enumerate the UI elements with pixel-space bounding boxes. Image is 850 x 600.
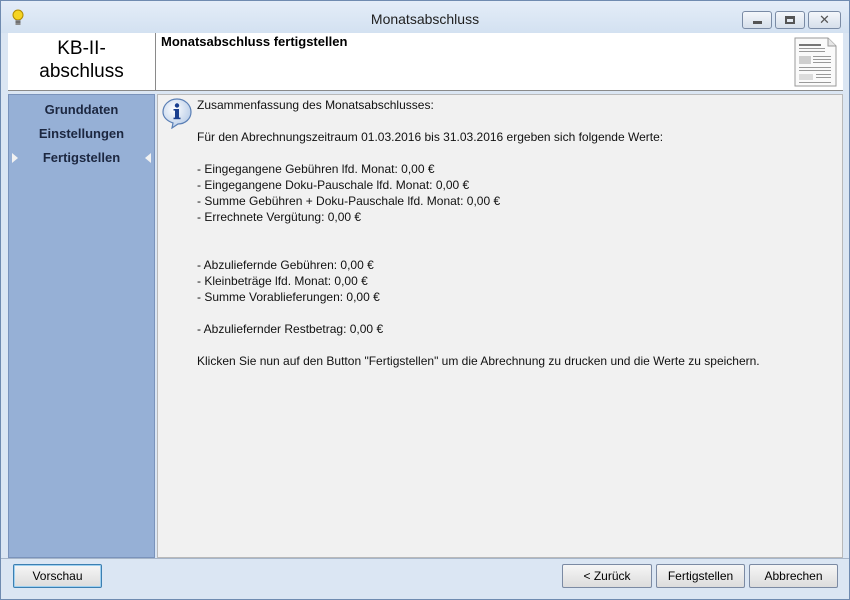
- close-button[interactable]: ✕: [808, 11, 841, 29]
- period-intro: Für den Abrechnungszeitraum 01.03.2016 b…: [197, 130, 664, 144]
- cancel-button[interactable]: Abbrechen: [749, 564, 838, 588]
- brand-line-2: abschluss: [39, 61, 124, 82]
- page-title: Monatsabschluss fertigstellen: [161, 34, 348, 49]
- main-window: Monatsabschluss ✕ KB-II- abschluss Monat…: [0, 0, 850, 600]
- value-errechnete-verguetung: - Errechnete Vergütung: 0,00 €: [197, 210, 362, 224]
- wizard-sidebar: Grunddaten Einstellungen Fertigstellen: [8, 94, 155, 558]
- value-kleinbetraege: - Kleinbeträge lfd. Monat: 0,00 €: [197, 274, 368, 288]
- maximize-button[interactable]: [775, 11, 805, 29]
- active-step-arrow-right-icon: [12, 153, 18, 163]
- maximize-icon: [785, 16, 795, 24]
- summary-heading: Zusammenfassung des Monatsabschlusses:: [197, 98, 434, 112]
- value-summe-gebuehren-doku: - Summe Gebühren + Doku-Pauschale lfd. M…: [197, 194, 501, 208]
- minimize-icon: [753, 21, 762, 24]
- sidebar-item-fertigstellen[interactable]: Fertigstellen: [9, 150, 154, 165]
- instruction-text: Klicken Sie nun auf den Button "Fertigst…: [197, 354, 760, 368]
- window-title: Monatsabschluss: [370, 11, 480, 27]
- preview-button[interactable]: Vorschau: [13, 564, 102, 588]
- wizard-header: KB-II- abschluss Monatsabschluss fertigs…: [8, 33, 843, 91]
- value-eingegangene-gebuehren: - Eingegangene Gebühren lfd. Monat: 0,00…: [197, 162, 435, 176]
- brand-line-1: KB-II-: [57, 38, 106, 59]
- minimize-button[interactable]: [742, 11, 772, 29]
- summary-panel: Zusammenfassung des Monatsabschlusses: F…: [157, 94, 843, 558]
- back-button[interactable]: < Zurück: [562, 564, 652, 588]
- value-eingegangene-doku-pauschale: - Eingegangene Doku-Pauschale lfd. Monat…: [197, 178, 470, 192]
- value-abzuliefernder-restbetrag: - Abzuliefernder Restbetrag: 0,00 €: [197, 322, 384, 336]
- sidebar-item-einstellungen[interactable]: Einstellungen: [9, 126, 154, 141]
- sidebar-item-grunddaten[interactable]: Grunddaten: [9, 102, 154, 117]
- brand-box: KB-II- abschluss: [8, 33, 156, 91]
- value-abzuliefernde-gebuehren: - Abzuliefernde Gebühren: 0,00 €: [197, 258, 374, 272]
- info-icon: [162, 98, 192, 129]
- value-summe-vorablieferungen: - Summe Vorablieferungen: 0,00 €: [197, 290, 380, 304]
- active-step-arrow-left-icon: [145, 153, 151, 163]
- footer-divider: [1, 558, 849, 559]
- document-icon: [794, 37, 837, 87]
- title-bar[interactable]: Monatsabschluss ✕: [1, 1, 849, 33]
- finish-button[interactable]: Fertigstellen: [656, 564, 745, 588]
- close-icon: ✕: [819, 12, 830, 27]
